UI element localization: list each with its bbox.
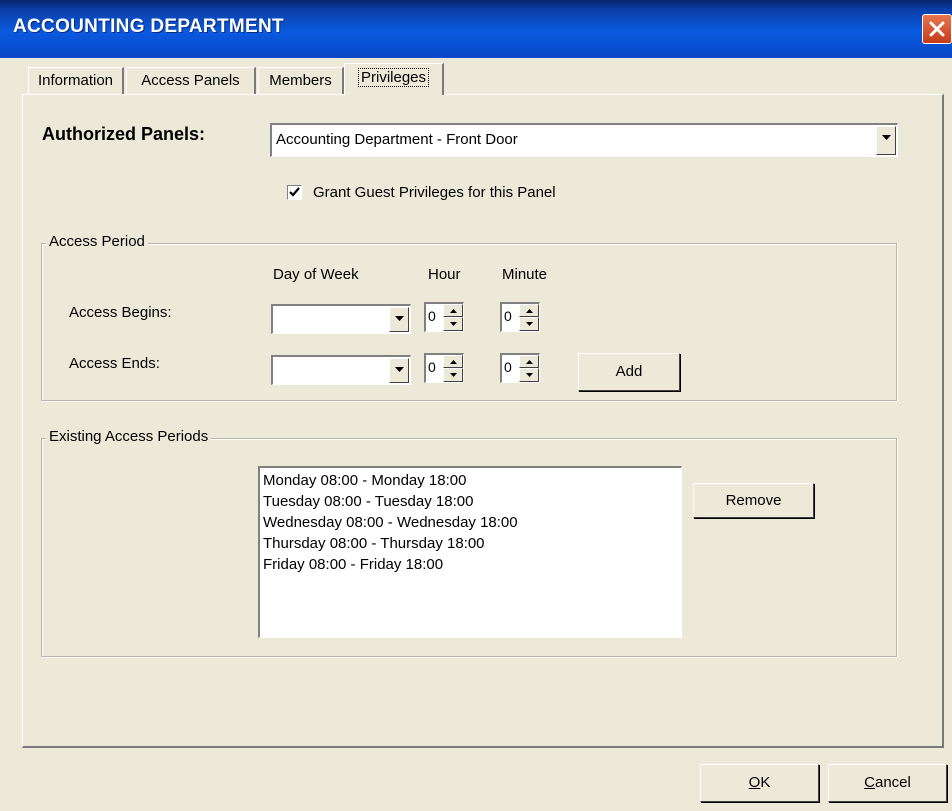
- access-ends-hour-value: 0: [428, 359, 436, 375]
- access-ends-hour-spinner[interactable]: 0: [424, 353, 464, 383]
- hour-header: Hour: [428, 266, 461, 283]
- access-period-legend: Access Period: [46, 233, 148, 250]
- grant-guest-label: Grant Guest Privileges for this Panel: [313, 184, 556, 201]
- window-title: ACCOUNTING DEPARTMENT: [13, 16, 284, 37]
- add-button-label: Add: [615, 363, 643, 380]
- list-item[interactable]: Thursday 08:00 - Thursday 18:00: [263, 535, 485, 552]
- access-ends-minute-down-button[interactable]: [519, 368, 539, 382]
- access-ends-minute-spinner[interactable]: 0: [500, 353, 540, 383]
- checkmark-icon: [289, 187, 300, 197]
- tab-access-panels-label: Access Panels: [141, 72, 240, 89]
- day-of-week-header: Day of Week: [273, 266, 359, 283]
- authorized-panels-value: Accounting Department - Front Door: [276, 131, 518, 148]
- cancel-button[interactable]: Cancel: [828, 764, 947, 802]
- add-button[interactable]: Add: [578, 353, 680, 391]
- spin-down-icon: [450, 373, 457, 377]
- list-item[interactable]: Wednesday 08:00 - Wednesday 18:00: [263, 514, 518, 531]
- ok-accelerator: O: [748, 774, 761, 791]
- cancel-button-label: Cancel: [864, 765, 911, 801]
- access-begins-hour-spinner[interactable]: 0: [424, 302, 464, 332]
- tab-privileges[interactable]: Privileges: [344, 63, 444, 95]
- list-item[interactable]: Monday 08:00 - Monday 18:00: [263, 472, 466, 489]
- spin-down-icon: [450, 322, 457, 326]
- ok-label-rest: K: [760, 774, 771, 791]
- grant-guest-checkbox[interactable]: [287, 185, 302, 200]
- dialog-window: ACCOUNTING DEPARTMENT Information Access…: [0, 0, 952, 811]
- close-button[interactable]: [922, 14, 952, 44]
- spin-down-icon: [526, 322, 533, 326]
- authorized-panels-label: Authorized Panels:: [42, 124, 206, 144]
- access-begins-day-select[interactable]: [271, 304, 411, 334]
- access-begins-hour-down-button[interactable]: [443, 317, 463, 331]
- access-begins-day-dropdown-button[interactable]: [389, 307, 409, 332]
- close-icon: [929, 21, 945, 37]
- cancel-accelerator: C: [864, 774, 875, 791]
- access-begins-hour-up-button[interactable]: [443, 304, 463, 317]
- authorized-panels-dropdown-button[interactable]: [876, 126, 896, 155]
- list-item[interactable]: Friday 08:00 - Friday 18:00: [263, 556, 443, 573]
- access-ends-day-select[interactable]: [271, 355, 411, 385]
- spin-up-icon: [450, 360, 457, 364]
- access-ends-hour-down-button[interactable]: [443, 368, 463, 382]
- existing-access-periods-list[interactable]: Monday 08:00 - Monday 18:00 Tuesday 08:0…: [258, 466, 682, 638]
- tab-information-label: Information: [37, 72, 114, 89]
- remove-button-label: Remove: [725, 492, 782, 509]
- tab-members[interactable]: Members: [258, 67, 344, 94]
- title-bar[interactable]: ACCOUNTING DEPARTMENT: [0, 0, 952, 58]
- spin-up-icon: [450, 309, 457, 313]
- access-begins-label: Access Begins:: [69, 304, 172, 321]
- access-begins-hour-value: 0: [428, 308, 436, 324]
- access-begins-minute-down-button[interactable]: [519, 317, 539, 331]
- authorized-panels-select[interactable]: Accounting Department - Front Door: [270, 123, 898, 157]
- spin-up-icon: [526, 309, 533, 313]
- access-ends-hour-up-button[interactable]: [443, 355, 463, 368]
- existing-access-periods-legend: Existing Access Periods: [46, 428, 212, 445]
- access-ends-day-dropdown-button[interactable]: [389, 358, 409, 383]
- tab-privileges-label: Privileges: [357, 68, 430, 87]
- tab-information[interactable]: Information: [28, 67, 124, 94]
- spin-down-icon: [526, 373, 533, 377]
- list-item[interactable]: Tuesday 08:00 - Tuesday 18:00: [263, 493, 473, 510]
- access-begins-minute-up-button[interactable]: [519, 304, 539, 317]
- access-ends-minute-up-button[interactable]: [519, 355, 539, 368]
- dropdown-arrow-icon: [395, 316, 404, 321]
- minute-header: Minute: [502, 266, 548, 283]
- cancel-label-rest: ancel: [874, 774, 911, 791]
- access-ends-label: Access Ends:: [69, 355, 160, 372]
- dropdown-arrow-icon: [882, 135, 891, 140]
- tab-members-label: Members: [269, 72, 332, 89]
- access-begins-minute-spinner[interactable]: 0: [500, 302, 540, 332]
- access-begins-minute-value: 0: [504, 308, 512, 324]
- access-period-group: Access Period: [41, 233, 897, 401]
- dropdown-arrow-icon: [395, 367, 404, 372]
- remove-button[interactable]: Remove: [693, 483, 814, 518]
- access-ends-minute-value: 0: [504, 359, 512, 375]
- tab-access-panels[interactable]: Access Panels: [126, 67, 256, 94]
- spin-up-icon: [526, 360, 533, 364]
- ok-button[interactable]: OK: [700, 764, 819, 802]
- ok-button-label: OK: [749, 765, 771, 801]
